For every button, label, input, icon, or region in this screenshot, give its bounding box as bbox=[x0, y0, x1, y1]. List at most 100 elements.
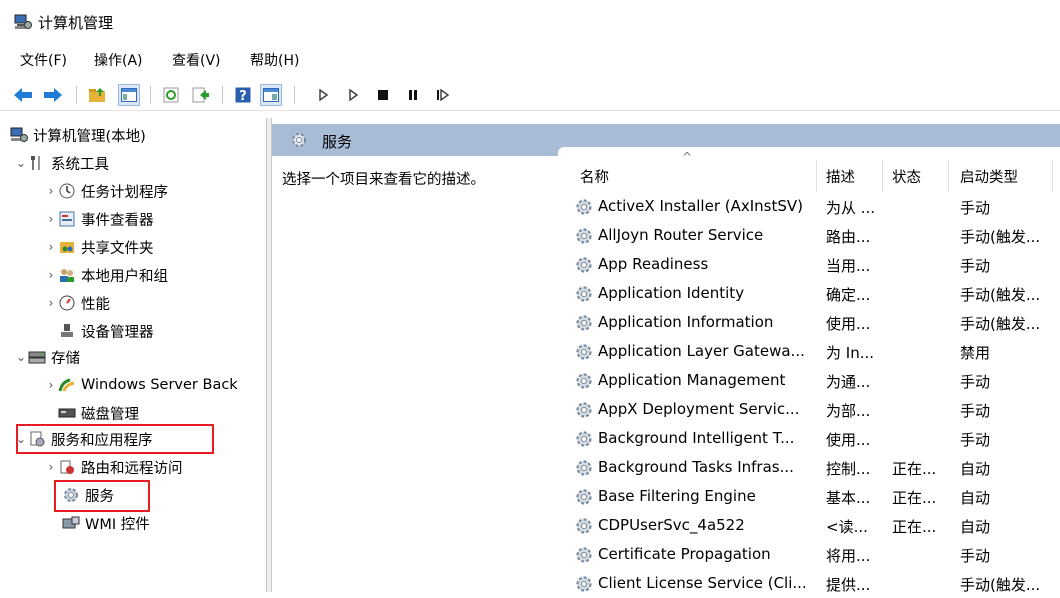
table-row[interactable]: Certificate Propagation 将用... 手动 bbox=[572, 540, 1060, 569]
properties-pane-icon[interactable] bbox=[260, 84, 282, 106]
service-startup-type: 自动 bbox=[960, 489, 991, 507]
service-description: 为从 ... bbox=[826, 199, 876, 217]
chevron-down-icon[interactable]: ⌄ bbox=[14, 156, 28, 170]
table-row[interactable]: Application Information 使用... 手动(触发... bbox=[572, 308, 1060, 337]
computer-management-icon bbox=[10, 126, 28, 144]
services-header-title: 服务 bbox=[322, 133, 353, 151]
tree-item-root[interactable]: 计算机管理(本地) bbox=[10, 122, 146, 148]
service-gear-icon bbox=[576, 576, 592, 592]
up-folder-icon[interactable] bbox=[86, 84, 108, 106]
service-name: AppX Deployment Servic... bbox=[598, 400, 800, 418]
pane-splitter[interactable] bbox=[266, 118, 272, 592]
chevron-right-icon[interactable]: › bbox=[44, 240, 58, 254]
tree-label: 性能 bbox=[81, 296, 110, 313]
column-header-status[interactable]: 状态 bbox=[892, 162, 921, 190]
svg-text:?: ? bbox=[239, 89, 247, 103]
tree-label: 任务计划程序 bbox=[81, 184, 168, 201]
table-row[interactable]: Background Tasks Infras... 控制... 正在... 自动 bbox=[572, 453, 1060, 482]
service-gear-icon bbox=[576, 286, 592, 302]
back-arrow-icon[interactable] bbox=[12, 84, 34, 106]
start-service-icon[interactable] bbox=[312, 84, 334, 106]
table-row[interactable]: App Readiness 当用... 手动 bbox=[572, 250, 1060, 279]
toolbar: ? bbox=[0, 80, 1060, 111]
column-header-description[interactable]: 描述 bbox=[826, 162, 855, 190]
service-startup-type: 手动(触发... bbox=[960, 286, 1041, 304]
tree-item-wmi[interactable]: WMI 控件 bbox=[62, 510, 150, 536]
service-startup-type: 手动 bbox=[960, 373, 991, 391]
start-icon[interactable] bbox=[342, 84, 364, 106]
service-gear-icon bbox=[576, 344, 592, 360]
tree-item-windows-backup[interactable]: › Windows Server Back bbox=[44, 372, 238, 398]
menu-file[interactable]: 文件(F) bbox=[20, 50, 67, 70]
tree-label: 路由和远程访问 bbox=[81, 460, 183, 477]
help-icon[interactable]: ? bbox=[232, 84, 254, 106]
table-row[interactable]: AppX Deployment Servic... 为部... 手动 bbox=[572, 395, 1060, 424]
export-list-icon[interactable] bbox=[190, 84, 212, 106]
table-row[interactable]: Client License Service (Cli... 提供... 手动(触发… bbox=[572, 569, 1060, 598]
chevron-right-icon[interactable]: › bbox=[44, 460, 58, 474]
service-name: Application Information bbox=[598, 313, 774, 331]
column-header-startup-type[interactable]: 启动类型 bbox=[960, 162, 1018, 190]
service-startup-type: 手动(触发... bbox=[960, 315, 1041, 333]
pause-service-icon[interactable] bbox=[402, 84, 424, 106]
wmi-icon bbox=[62, 514, 80, 532]
service-description: 使用... bbox=[826, 431, 871, 449]
tab-notch bbox=[558, 147, 1060, 161]
chevron-right-icon[interactable]: › bbox=[44, 184, 58, 198]
tree-item-local-users[interactable]: › 本地用户和组 bbox=[44, 262, 168, 288]
sort-ascending-icon: ^ bbox=[682, 150, 693, 164]
backup-icon bbox=[58, 376, 76, 394]
tree-label: 存储 bbox=[51, 350, 80, 367]
refresh-icon[interactable] bbox=[160, 84, 182, 106]
service-description: 当用... bbox=[826, 257, 871, 275]
table-row[interactable]: Application Management 为通... 手动 bbox=[572, 366, 1060, 395]
table-row[interactable]: CDPUserSvc_4a522 <读... 正在... 自动 bbox=[572, 511, 1060, 540]
tree-item-performance[interactable]: › 性能 bbox=[44, 290, 110, 316]
table-row[interactable]: Base Filtering Engine 基本... 正在... 自动 bbox=[572, 482, 1060, 511]
storage-icon bbox=[28, 348, 46, 366]
menu-view[interactable]: 查看(V) bbox=[172, 50, 221, 70]
service-status: 正在... bbox=[892, 460, 937, 478]
chevron-right-icon[interactable]: › bbox=[44, 212, 58, 226]
chevron-right-icon[interactable]: › bbox=[44, 378, 58, 392]
chevron-right-icon[interactable]: › bbox=[44, 268, 58, 282]
service-gear-icon bbox=[576, 431, 592, 447]
service-name: Background Intelligent T... bbox=[598, 429, 795, 447]
table-row[interactable]: ActiveX Installer (AxInstSV) 为从 ... 手动 bbox=[572, 192, 1060, 221]
chevron-right-icon[interactable]: › bbox=[44, 296, 58, 310]
tree-item-shared-folders[interactable]: › 共享文件夹 bbox=[44, 234, 154, 260]
tree-item-event-viewer[interactable]: › 事件查看器 bbox=[44, 206, 154, 232]
chevron-down-icon[interactable]: ⌄ bbox=[14, 350, 28, 364]
menu-help[interactable]: 帮助(H) bbox=[250, 50, 299, 70]
tools-icon bbox=[28, 154, 46, 172]
service-name: CDPUserSvc_4a522 bbox=[598, 516, 745, 534]
column-header-name[interactable]: 名称 bbox=[580, 162, 609, 190]
tree-item-disk-management[interactable]: 磁盘管理 bbox=[58, 400, 139, 426]
service-name: Application Management bbox=[598, 371, 786, 389]
service-name: AllJoyn Router Service bbox=[598, 226, 764, 244]
tree-item-routing[interactable]: › 路由和远程访问 bbox=[44, 454, 183, 480]
tree-item-task-scheduler[interactable]: › 任务计划程序 bbox=[44, 178, 168, 204]
tree-item-storage[interactable]: ⌄ 存储 bbox=[14, 344, 80, 370]
show-hide-tree-icon[interactable] bbox=[118, 84, 140, 106]
table-row[interactable]: AllJoyn Router Service 路由... 手动(触发... bbox=[572, 221, 1060, 250]
tree-item-system-tools[interactable]: ⌄ 系统工具 bbox=[14, 150, 109, 176]
tree-label: 本地用户和组 bbox=[81, 268, 168, 285]
forward-arrow-icon[interactable] bbox=[42, 84, 64, 106]
stop-service-icon[interactable] bbox=[372, 84, 394, 106]
table-row[interactable]: Application Layer Gatewa... 为 In... 禁用 bbox=[572, 337, 1060, 366]
service-name: Application Identity bbox=[598, 284, 745, 302]
service-description: 使用... bbox=[826, 315, 871, 333]
table-row[interactable]: Application Identity 确定... 手动(触发... bbox=[572, 279, 1060, 308]
clock-icon bbox=[58, 182, 76, 200]
description-prompt: 选择一个项目来查看它的描述。 bbox=[282, 172, 485, 188]
service-startup-type: 手动 bbox=[960, 547, 991, 565]
service-description: 为通... bbox=[826, 373, 871, 391]
menu-action[interactable]: 操作(A) bbox=[94, 50, 143, 70]
table-row[interactable]: Background Intelligent T... 使用... 手动 bbox=[572, 424, 1060, 453]
restart-service-icon[interactable] bbox=[432, 84, 454, 106]
gear-icon bbox=[292, 133, 306, 147]
tree-label: 系统工具 bbox=[51, 156, 109, 173]
tree-item-device-manager[interactable]: 设备管理器 bbox=[58, 318, 154, 344]
navigation-tree: 计算机管理(本地) ⌄ 系统工具 › 任务计划程序 › 事件查看器 › 共享文件… bbox=[0, 118, 266, 592]
